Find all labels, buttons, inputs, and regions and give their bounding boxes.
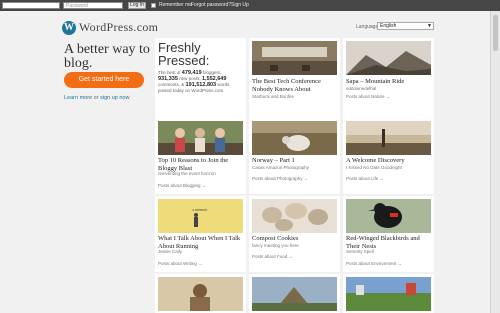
freshly-pressed-title: Freshly Pressed: xyxy=(158,41,209,67)
post-thumbnail[interactable] xyxy=(346,277,431,311)
post-card[interactable]: A Welcome Discovery I Kissed No Date Goo… xyxy=(343,118,434,194)
forgot-password-link[interactable]: Forgot password? xyxy=(191,2,231,9)
post-thumbnail[interactable] xyxy=(158,277,243,311)
post-card[interactable]: Norway – Part 1 Casas Amazon Photography… xyxy=(249,118,340,194)
or-text: or xyxy=(93,95,99,101)
post-thumbnail[interactable] xyxy=(252,199,337,233)
posts-about-link[interactable]: Posts about Food → xyxy=(252,254,293,259)
login-button[interactable]: Log In xyxy=(128,2,146,9)
post-card[interactable]: Compost Cookies fancy meeting you here P… xyxy=(249,196,340,272)
post-card[interactable]: Red-Winged Blackbirds and Their Nests Se… xyxy=(343,196,434,272)
remember-me-label: Remember me xyxy=(159,2,193,8)
top-bar: Password Log In Remember me Forgot passw… xyxy=(0,0,500,11)
learn-more-row: Learn more or sign up now xyxy=(64,95,129,101)
post-title-link[interactable]: Sapa – Mountain Ride xyxy=(346,78,431,86)
post-card[interactable]: Top 10 Reasons to Join the Bloggy Blast … xyxy=(155,118,246,194)
stats-text: bloggers, xyxy=(202,70,222,75)
username-input[interactable] xyxy=(2,2,60,9)
post-thumbnail[interactable] xyxy=(346,121,431,155)
sign-up-link[interactable]: Sign Up xyxy=(231,2,249,9)
posts-about-link[interactable]: Posts about Writing → xyxy=(158,261,203,266)
post-blog-name[interactable]: reinventing the event horizon xyxy=(158,171,216,176)
posts-about-link[interactable]: Posts about Life → xyxy=(346,176,384,181)
language-select[interactable]: English ▼ xyxy=(377,22,434,30)
post-title-link[interactable]: Top 10 Reasons to Join the Bloggy Blast xyxy=(158,157,243,172)
stats-text: new posts, xyxy=(179,76,201,81)
stats-text: comments, & xyxy=(158,82,185,87)
wordpress-logo-icon: W xyxy=(62,20,76,35)
remember-me-checkbox[interactable] xyxy=(151,3,156,8)
stats-text: The best of xyxy=(158,70,181,75)
post-blog-name[interactable]: Serenity Spell xyxy=(346,249,374,254)
hero-tagline: A better way to blog. xyxy=(64,42,150,71)
posts-about-link[interactable]: Posts about Photography → xyxy=(252,176,308,181)
post-thumbnail[interactable] xyxy=(158,121,243,155)
freshly-pressed-stats: The best of 479,419 bloggers, 931,335 ne… xyxy=(158,70,242,94)
post-title-link[interactable]: Norway – Part 1 xyxy=(252,157,337,165)
post-title-link[interactable]: A Welcome Discovery xyxy=(346,157,431,165)
brand-name: WordPress.com xyxy=(79,20,159,34)
post-title-link[interactable]: Compost Cookies xyxy=(252,235,337,243)
post-thumbnail[interactable]: a memoir xyxy=(158,199,243,233)
post-title-link[interactable]: The Best Tech Conference Nobody Knows Ab… xyxy=(252,78,337,93)
post-blog-name[interactable]: Starbuck and Bonfire xyxy=(252,94,294,99)
post-thumbnail[interactable] xyxy=(252,41,337,75)
post-card[interactable] xyxy=(343,274,434,313)
posts-about-link[interactable]: Posts about Blogging → xyxy=(158,183,206,188)
get-started-button[interactable]: Get started here xyxy=(64,72,144,88)
language-selected-value: English xyxy=(380,23,397,29)
sign-up-now-link[interactable]: sign up now xyxy=(100,95,129,101)
chevron-down-icon: ▼ xyxy=(427,23,432,29)
password-input[interactable]: Password xyxy=(63,2,123,9)
post-blog-name[interactable]: Jessie Cally xyxy=(158,249,182,254)
post-card[interactable] xyxy=(249,274,340,313)
post-thumbnail[interactable] xyxy=(252,277,337,311)
post-title-link[interactable]: What I Talk About When I Talk About Runn… xyxy=(158,235,243,250)
posts-about-link[interactable]: Posts about Nature → xyxy=(346,94,390,99)
scrollbar-thumb[interactable] xyxy=(493,15,498,51)
posts-about-link[interactable]: Posts about Environment → xyxy=(346,261,402,266)
post-card[interactable]: a memoir What I Talk About When I Talk A… xyxy=(155,196,246,272)
post-thumbnail[interactable] xyxy=(252,121,337,155)
post-blog-name[interactable]: eddownedelhal xyxy=(346,86,376,91)
post-thumbnail[interactable] xyxy=(346,41,431,75)
freshly-pressed-title-line2: Pressed: xyxy=(158,53,210,68)
post-card[interactable] xyxy=(155,274,246,313)
post-blog-name[interactable]: fancy meeting you here xyxy=(252,243,299,248)
post-title-link[interactable]: Red-Winged Blackbirds and Their Nests xyxy=(346,235,431,250)
post-blog-name[interactable]: Casas Amazon Photography xyxy=(252,165,309,170)
post-blog-name[interactable]: I Kissed No Date Goodnight xyxy=(346,165,402,170)
book-cover-text: a memoir xyxy=(192,207,208,212)
vertical-scrollbar[interactable] xyxy=(490,11,500,313)
learn-more-link[interactable]: Learn more xyxy=(64,95,92,101)
post-thumbnail[interactable] xyxy=(346,199,431,233)
wordpress-logo[interactable]: W WordPress.com xyxy=(62,20,158,35)
